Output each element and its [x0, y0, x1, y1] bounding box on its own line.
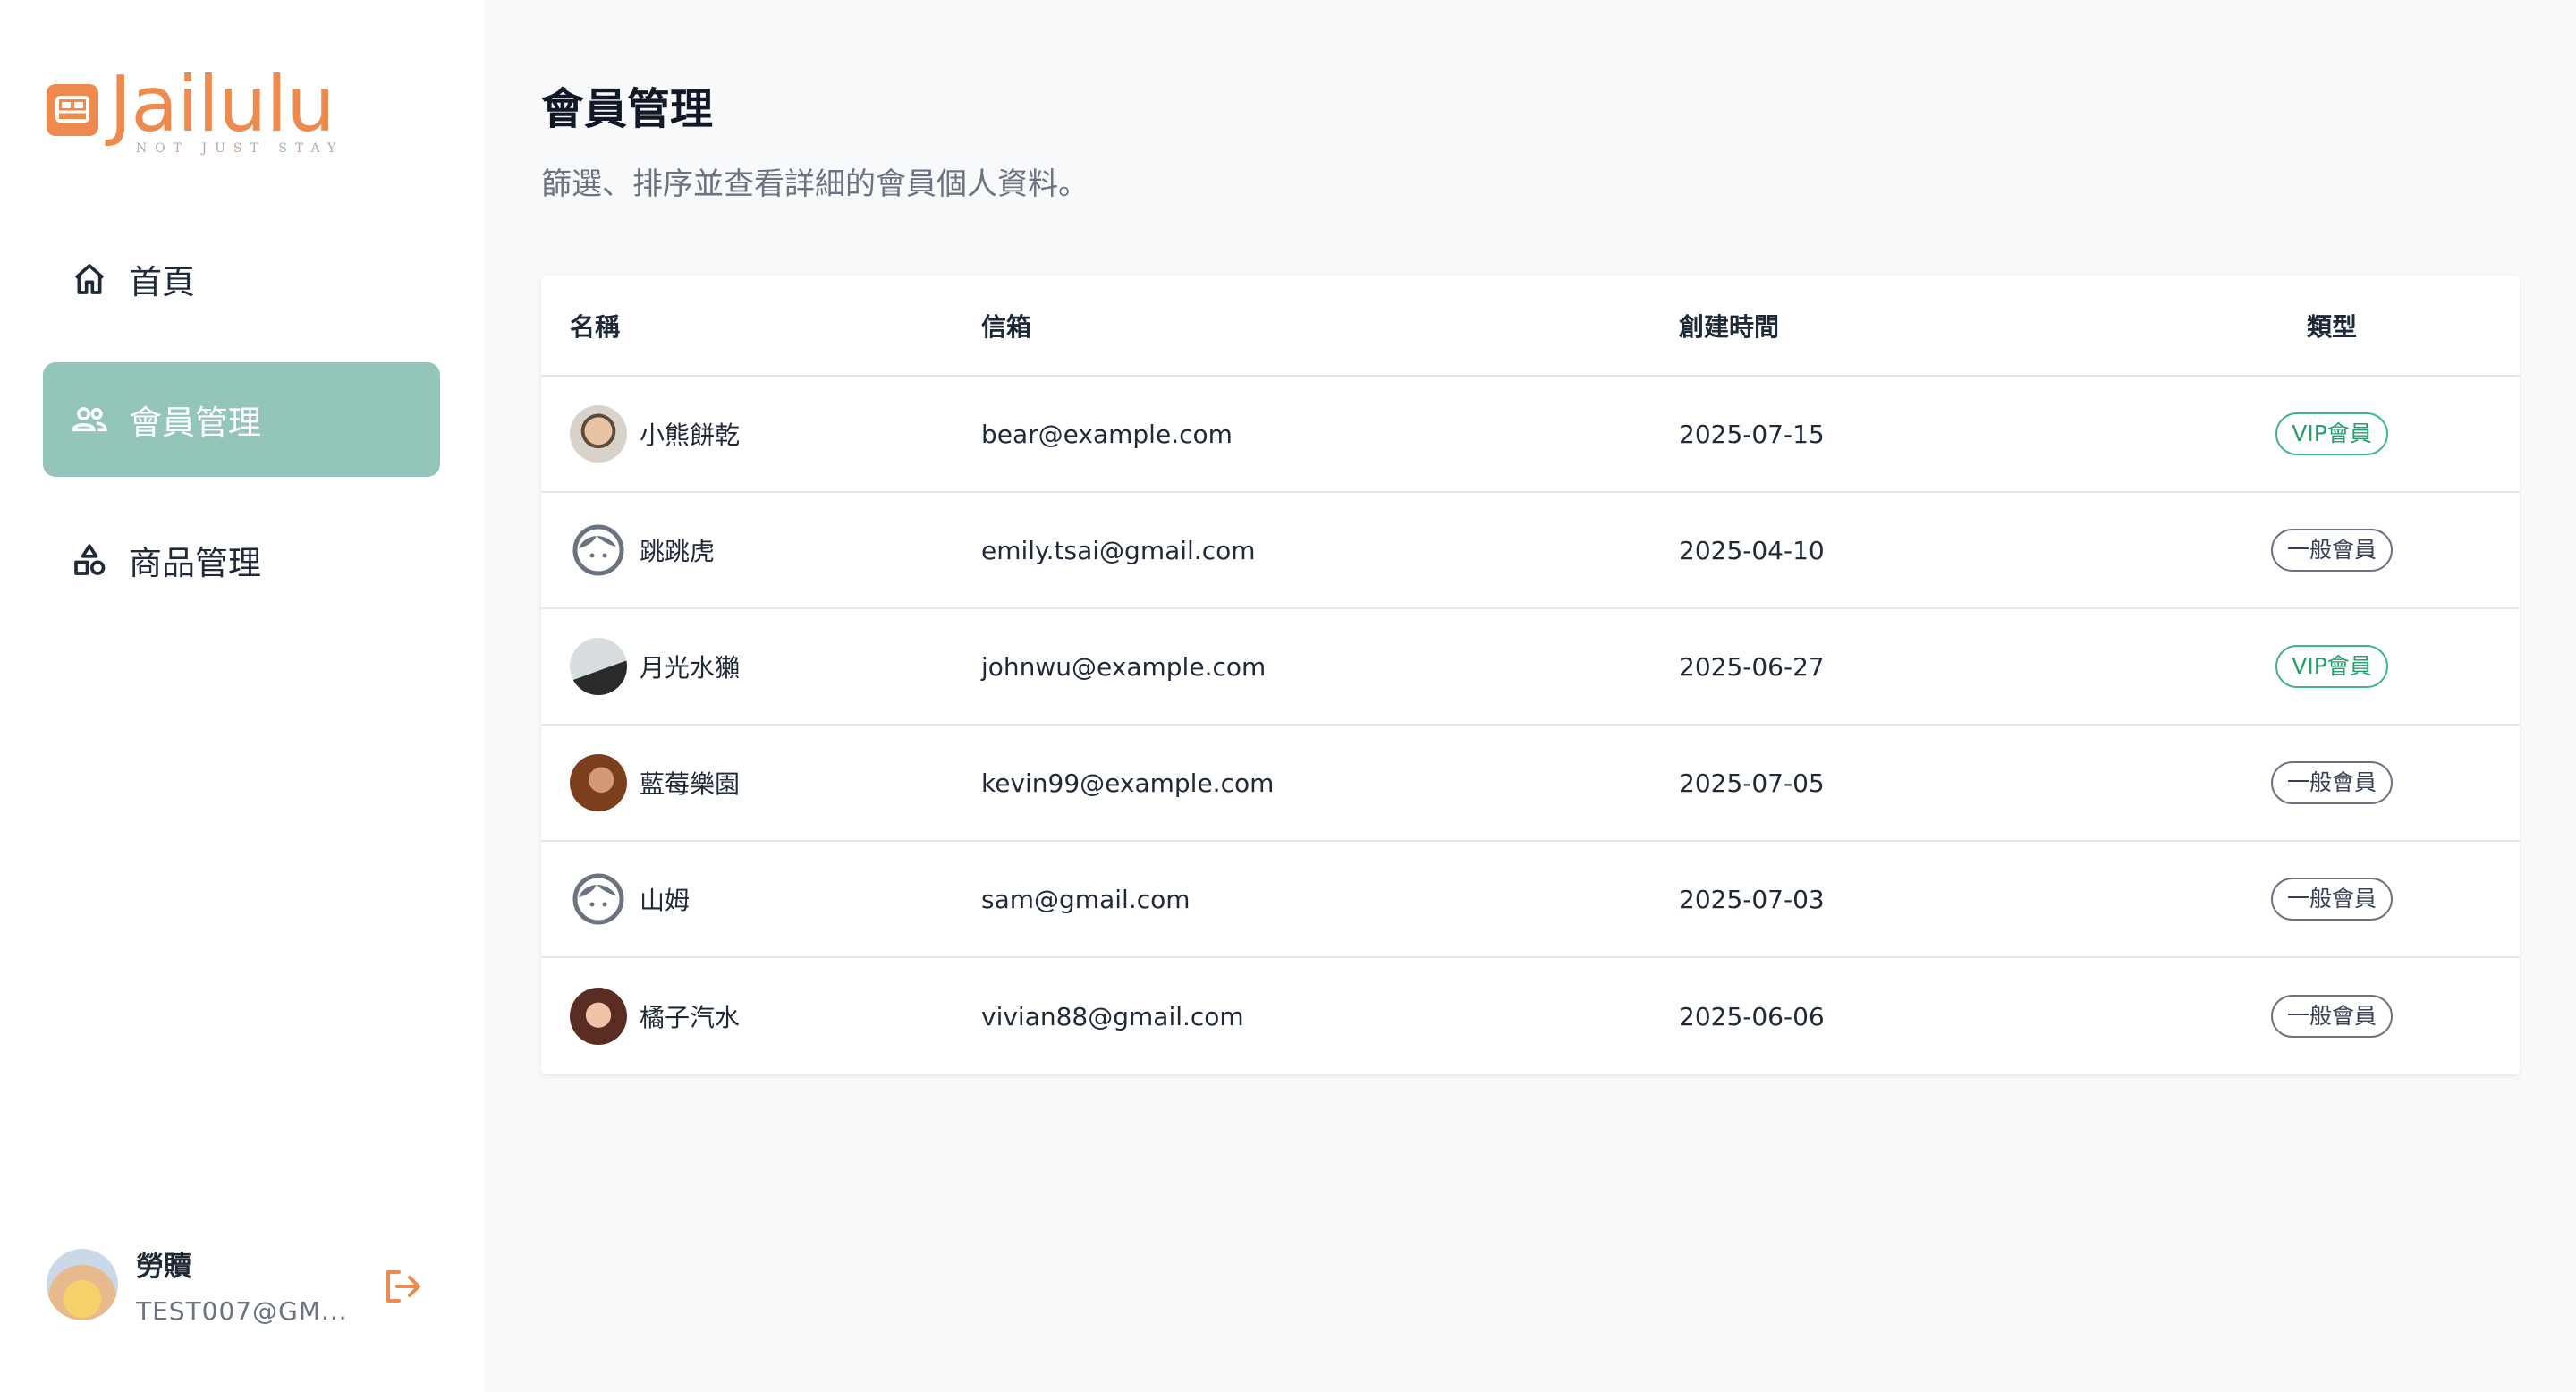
- table-row[interactable]: 跳跳虎 emily.tsai@gmail.com 2025-04-10 一般會員: [541, 493, 2520, 609]
- logout-icon: [386, 1270, 420, 1303]
- app: Jailulu NOT JUST STAY 首頁 會員管理 商品管理 勞贖 TE…: [0, 0, 2576, 1392]
- header-created[interactable]: 創建時間: [1679, 308, 2198, 344]
- member-email: kevin99@example.com: [981, 768, 1275, 798]
- table-row[interactable]: 小熊餅乾 bear@example.com 2025-07-15 VIP會員: [541, 377, 2520, 493]
- member-created: 2025-07-15: [1679, 419, 1825, 449]
- member-email: emily.tsai@gmail.com: [981, 535, 1256, 565]
- main-content: 會員管理 篩選、排序並查看詳細的會員個人資料。 名稱 信箱 創建時間 類型 小熊…: [484, 0, 2576, 1392]
- brand-tagline: NOT JUST STAY: [136, 141, 344, 156]
- nav-item-label: 首頁: [129, 263, 195, 301]
- member-avatar: [570, 405, 627, 463]
- table-row[interactable]: 藍莓樂園 kevin99@example.com 2025-07-05 一般會員: [541, 726, 2520, 842]
- member-created: 2025-07-05: [1679, 768, 1825, 798]
- brand-name: Jailulu: [109, 60, 335, 149]
- nav-item-products[interactable]: 商品管理: [43, 503, 440, 617]
- default-avatar-icon: [570, 522, 627, 579]
- member-name: 橘子汽水: [640, 1003, 741, 1032]
- users-icon: [70, 400, 109, 439]
- member-avatar: [570, 988, 627, 1045]
- sidebar: Jailulu NOT JUST STAY 首頁 會員管理 商品管理 勞贖 TE…: [0, 0, 484, 1392]
- nav-item-home[interactable]: 首頁: [43, 222, 440, 336]
- members-table: 名稱 信箱 創建時間 類型 小熊餅乾 bear@example.com 2025…: [541, 276, 2520, 1074]
- page-subtitle: 篩選、排序並查看詳細的會員個人資料。: [541, 166, 1089, 202]
- current-user: 勞贖 TEST007@GM...: [47, 1240, 440, 1329]
- member-type-badge: 一般會員: [2270, 761, 2393, 804]
- member-email: vivian88@gmail.com: [981, 1001, 1244, 1031]
- member-created: 2025-06-27: [1679, 651, 1825, 682]
- table-row[interactable]: 月光水獺 johnwu@example.com 2025-06-27 VIP會員: [541, 609, 2520, 726]
- member-type-badge: VIP會員: [2275, 645, 2388, 688]
- member-avatar: [570, 754, 627, 811]
- member-name: 山姆: [640, 886, 691, 915]
- member-created: 2025-06-06: [1679, 1001, 1825, 1031]
- table-row[interactable]: 山姆 sam@gmail.com 2025-07-03 一般會員: [541, 842, 2520, 958]
- member-name: 跳跳虎: [640, 537, 716, 566]
- user-avatar: [47, 1249, 118, 1320]
- nav-item-members[interactable]: 會員管理: [43, 362, 440, 477]
- page-title: 會員管理: [541, 84, 714, 134]
- table-row[interactable]: 橘子汽水 vivian88@gmail.com 2025-06-06 一般會員: [541, 958, 2520, 1074]
- member-email: johnwu@example.com: [981, 651, 1267, 682]
- brand-logo[interactable]: Jailulu NOT JUST STAY: [47, 66, 343, 156]
- nav-item-label: 商品管理: [129, 544, 261, 582]
- logout-button[interactable]: [381, 1265, 424, 1308]
- member-name: 月光水獺: [640, 653, 741, 683]
- default-avatar-icon: [570, 870, 627, 928]
- member-email: bear@example.com: [981, 419, 1233, 449]
- shapes-icon: [70, 540, 109, 580]
- sidebar-nav: 首頁 會員管理 商品管理: [43, 222, 440, 643]
- member-type-badge: 一般會員: [2270, 995, 2393, 1038]
- user-name: 勞贖: [136, 1251, 191, 1283]
- home-icon: [70, 259, 109, 299]
- member-name: 小熊餅乾: [640, 420, 741, 450]
- header-name[interactable]: 名稱: [541, 308, 981, 344]
- member-created: 2025-07-03: [1679, 884, 1825, 914]
- header-type[interactable]: 類型: [2198, 308, 2520, 344]
- member-created: 2025-04-10: [1679, 535, 1825, 565]
- nav-item-label: 會員管理: [129, 403, 261, 442]
- member-avatar: [570, 638, 627, 695]
- bed-icon: [47, 84, 98, 136]
- table-header: 名稱 信箱 創建時間 類型: [541, 276, 2520, 377]
- header-email[interactable]: 信箱: [981, 308, 1679, 344]
- member-name: 藍莓樂園: [640, 769, 741, 799]
- member-type-badge: 一般會員: [2270, 529, 2393, 572]
- member-type-badge: 一般會員: [2270, 878, 2393, 921]
- user-email: TEST007@GM...: [136, 1296, 348, 1326]
- member-type-badge: VIP會員: [2275, 412, 2388, 455]
- member-email: sam@gmail.com: [981, 884, 1191, 914]
